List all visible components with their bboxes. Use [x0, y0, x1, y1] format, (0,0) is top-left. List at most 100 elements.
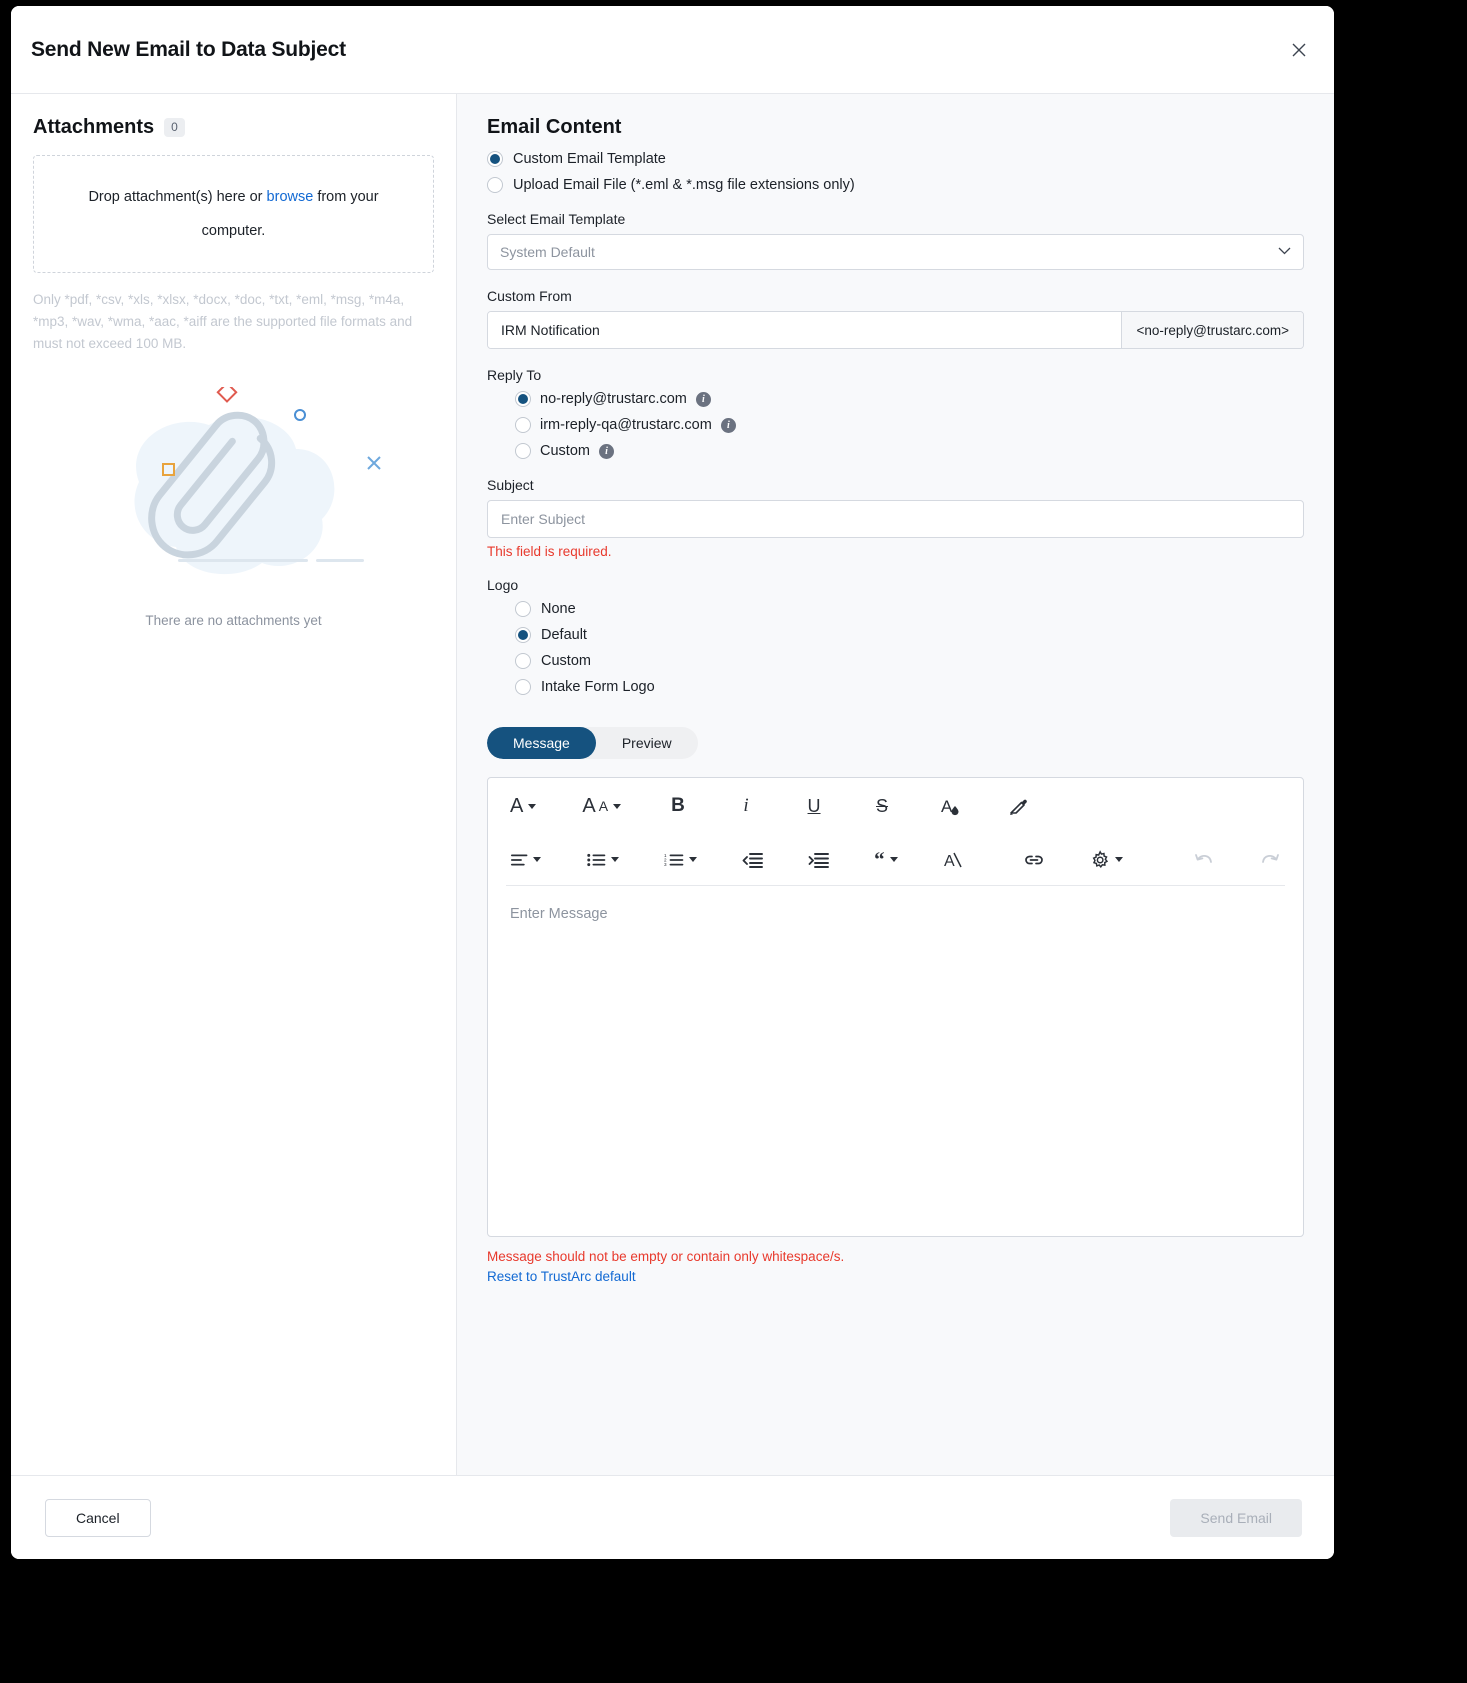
- italic-icon[interactable]: i: [731, 789, 761, 823]
- info-icon[interactable]: i: [720, 417, 736, 433]
- radio-indicator: [487, 151, 503, 167]
- attachments-count-badge: 0: [164, 118, 185, 137]
- select-template-label: Select Email Template: [487, 211, 626, 227]
- chevron-down-icon: [613, 803, 622, 809]
- strikethrough-icon[interactable]: S: [867, 789, 897, 823]
- radio-indicator: [515, 417, 531, 433]
- reply-to-option-custom[interactable]: Custom i: [515, 443, 1304, 459]
- custom-from-input[interactable]: [488, 312, 1122, 348]
- attachments-pane: Attachments 0 Drop attachment(s) here or…: [11, 94, 457, 1475]
- browse-link[interactable]: browse: [267, 189, 314, 205]
- attachments-title: Attachments: [33, 116, 155, 138]
- align-icon[interactable]: [506, 843, 545, 877]
- blockquote-icon[interactable]: “: [871, 843, 901, 877]
- radio-indicator: [515, 391, 531, 407]
- reply-to-label: Reply To: [487, 367, 542, 383]
- dialog-footer: Cancel Send Email: [11, 1475, 1334, 1559]
- send-email-dialog: Send New Email to Data Subject Attachmen…: [11, 6, 1334, 1559]
- custom-from-group: <no-reply@trustarc.com>: [487, 311, 1304, 349]
- radio-indicator: [515, 653, 531, 669]
- clear-formatting-icon[interactable]: A: [938, 843, 968, 877]
- radio-indicator: [515, 627, 531, 643]
- chevron-down-icon: [689, 857, 698, 862]
- empty-attachments-text: There are no attachments yet: [145, 613, 322, 628]
- custom-from-suffix: <no-reply@trustarc.com>: [1121, 312, 1303, 348]
- radio-custom-email-template[interactable]: Custom Email Template: [487, 151, 1304, 167]
- editor-toolbar-row-2: 123 “ A: [506, 834, 1285, 886]
- email-content-title: Email Content: [487, 116, 622, 138]
- message-error: Message should not be empty or contain o…: [487, 1249, 845, 1264]
- radio-label: no-reply@trustarc.com: [540, 391, 687, 407]
- cancel-button[interactable]: Cancel: [45, 1498, 151, 1537]
- screen: Send New Email to Data Subject Attachmen…: [0, 0, 1467, 1683]
- radio-indicator: [487, 177, 503, 193]
- empty-attachments-illustration: There are no attachments yet: [33, 387, 434, 647]
- outdent-icon[interactable]: [738, 843, 768, 877]
- info-icon[interactable]: i: [695, 391, 711, 407]
- subject-error: This field is required.: [487, 544, 612, 559]
- dialog-body: Attachments 0 Drop attachment(s) here or…: [11, 94, 1334, 1475]
- redo-icon[interactable]: [1255, 843, 1285, 877]
- attachments-header: Attachments 0: [33, 116, 434, 139]
- undo-icon[interactable]: [1189, 843, 1219, 877]
- subject-input[interactable]: [487, 500, 1304, 538]
- info-icon[interactable]: i: [598, 443, 614, 459]
- chevron-down-icon: [528, 803, 537, 809]
- radio-label: Custom: [541, 653, 591, 669]
- chevron-down-icon: [889, 857, 898, 862]
- radio-label: Intake Form Logo: [541, 679, 655, 695]
- settings-icon[interactable]: [1086, 843, 1127, 877]
- insert-link-icon[interactable]: [1019, 843, 1049, 877]
- radio-upload-email-file[interactable]: Upload Email File (*.eml & *.msg file ex…: [487, 177, 1304, 193]
- chevron-down-icon: [611, 857, 620, 862]
- radio-label: Custom: [540, 443, 590, 459]
- logo-option-custom[interactable]: Custom: [515, 653, 1304, 669]
- attachment-dropzone[interactable]: Drop attachment(s) here or browse from y…: [33, 155, 434, 273]
- reply-to-option-irm-reply-qa[interactable]: irm-reply-qa@trustarc.com i: [515, 417, 1304, 433]
- svg-text:A: A: [941, 797, 953, 816]
- radio-label: irm-reply-qa@trustarc.com: [540, 417, 712, 433]
- page-title: Send New Email to Data Subject: [31, 37, 346, 61]
- font-color-icon[interactable]: A: [935, 789, 965, 823]
- logo-option-default[interactable]: Default: [515, 627, 1304, 643]
- message-preview-tabs: Message Preview: [487, 727, 698, 759]
- font-family-icon[interactable]: A: [506, 789, 540, 823]
- logo-options: None Default Custom Intake Form Logo: [487, 601, 1304, 695]
- message-editor: A AA B i U S A 1 2 3 “ A Enter Message: [487, 777, 1304, 1237]
- dropzone-text-before: Drop attachment(s) here or: [88, 189, 267, 205]
- radio-label: Custom Email Template: [513, 151, 666, 167]
- highlight-color-icon[interactable]: [1003, 789, 1033, 823]
- font-size-icon[interactable]: AA: [578, 789, 625, 823]
- email-template-select[interactable]: System Default: [487, 234, 1304, 270]
- radio-indicator: [515, 679, 531, 695]
- logo-option-none[interactable]: None: [515, 601, 1304, 617]
- reply-to-options: no-reply@trustarc.com i irm-reply-qa@tru…: [487, 391, 1304, 459]
- bulleted-list-icon[interactable]: [582, 843, 623, 877]
- custom-from-label: Custom From: [487, 288, 572, 304]
- reply-to-option-no-reply[interactable]: no-reply@trustarc.com i: [515, 391, 1304, 407]
- radio-label: Upload Email File (*.eml & *.msg file ex…: [513, 177, 855, 193]
- message-textarea[interactable]: Enter Message: [488, 886, 1303, 1236]
- indent-icon[interactable]: [804, 843, 834, 877]
- logo-label: Logo: [487, 577, 519, 593]
- send-email-button[interactable]: Send Email: [1170, 1498, 1302, 1537]
- underline-icon[interactable]: U: [799, 789, 829, 823]
- numbered-list-icon[interactable]: 123: [660, 843, 701, 877]
- bold-icon[interactable]: B: [663, 789, 693, 823]
- email-content-pane: Email Content Custom Email Template Uplo…: [457, 94, 1334, 1475]
- radio-indicator: [515, 443, 531, 459]
- tab-message[interactable]: Message: [487, 727, 596, 759]
- reset-to-default-link[interactable]: Reset to TrustArc default: [487, 1269, 636, 1284]
- chevron-down-icon: [533, 857, 542, 862]
- radio-label: Default: [541, 627, 587, 643]
- radio-indicator: [515, 601, 531, 617]
- svg-text:A: A: [944, 853, 955, 870]
- email-template-selected-value: System Default: [500, 244, 595, 260]
- tab-preview[interactable]: Preview: [596, 727, 698, 759]
- logo-option-intake-form-logo[interactable]: Intake Form Logo: [515, 679, 1304, 695]
- chevron-down-icon: [1278, 246, 1291, 258]
- close-icon[interactable]: [1286, 37, 1312, 63]
- supported-formats-note: Only *pdf, *csv, *xls, *xlsx, *docx, *do…: [33, 292, 413, 351]
- editor-toolbar-row-1: A AA B i U S A: [488, 778, 1303, 834]
- subject-label: Subject: [487, 477, 534, 493]
